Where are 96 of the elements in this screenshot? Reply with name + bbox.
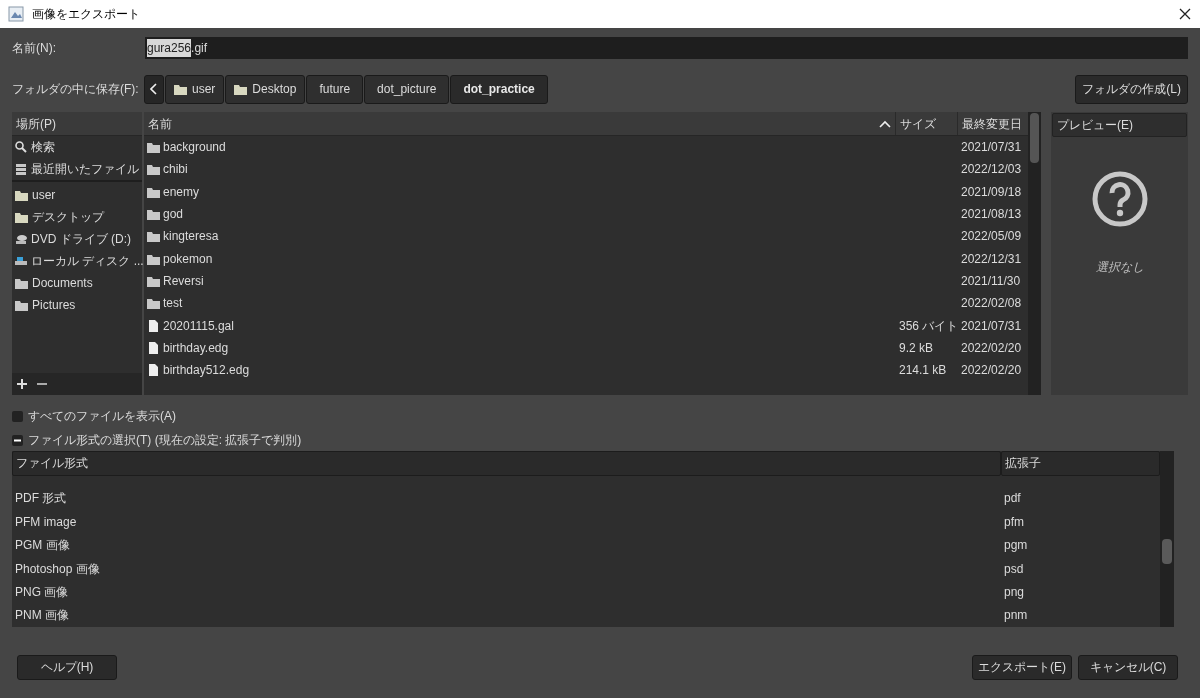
document-stack-icon [14,162,28,176]
path-button[interactable]: dot_practice [450,74,548,104]
path-button[interactable]: user [165,74,225,104]
file-icon [146,363,161,378]
file-name[interactable]: birthday.edg [163,338,229,357]
folder-icon [234,83,248,95]
folder-icon [174,83,187,95]
scrollbar[interactable] [1160,451,1174,627]
field-label: 名前(N): [12,40,57,57]
cancel-button[interactable]: キャンセル(C) [1078,654,1178,680]
folder-icon [146,140,161,155]
preview-header: プレビュー(E) [1052,113,1187,137]
window-title: 画像をエクスポート [32,6,141,23]
folder-icon [14,276,29,290]
file-date: 2022/05/09 [960,228,1023,246]
file-date: 2021/07/31 [960,139,1023,157]
extension: pfm [1003,513,1025,531]
preview-message: 選択なし [1095,259,1144,276]
back-button[interactable] [144,74,164,104]
drive-icon [14,232,28,246]
extension: pgm [1003,537,1029,555]
column-header[interactable]: 最終変更日 [958,112,1028,135]
checkbox-label: すべてのファイルを表示(A) [28,408,176,425]
file-date: 2022/12/03 [960,161,1023,179]
file-date: 2021/11/30 [960,272,1022,290]
chevron-left-icon [150,83,158,95]
extension: pdf [1003,490,1022,508]
file-date: 2021/07/31 [960,317,1023,335]
column-header: 場所(P) [12,112,142,136]
path-button[interactable]: Desktop [225,74,306,104]
search-icon [14,140,28,154]
scrollbar[interactable] [1028,112,1041,395]
folder-icon [14,188,29,202]
column-header[interactable]: サイズ [896,112,958,135]
file-name[interactable]: 20201115.gal [163,316,234,335]
format-name[interactable]: PFM image [12,512,1001,531]
add-icon [16,378,28,390]
path-button[interactable]: future [306,74,364,104]
collapse-icon[interactable] [12,434,23,446]
file-size: 214.1 kB [898,362,948,380]
column-header[interactable]: 名前 [148,114,172,133]
folder-icon [146,229,161,244]
file-date: 2022/02/20 [960,362,1023,380]
file-date: 2022/12/31 [960,250,1023,268]
file-size: 356 バイト [898,317,958,335]
help-button[interactable]: ヘルプ(H) [17,654,117,680]
format-name[interactable]: Photoshop 画像 [12,559,1001,578]
file-name[interactable]: Reversi [163,271,204,290]
place-item[interactable]: user [12,184,142,206]
place-item[interactable]: Pictures [12,294,142,316]
place-item[interactable]: 最近開いたファイル [12,158,142,180]
question-icon [1090,170,1149,228]
file-date: 2022/02/08 [960,295,1023,313]
file-name[interactable]: enemy [163,182,200,201]
folder-icon [14,298,29,312]
file-size: 9.2 kB [898,339,935,357]
create-folder-button[interactable]: フォルダの作成(L) [1075,74,1188,104]
file-name[interactable]: kingteresa [163,227,219,246]
place-item[interactable]: デスクトップ [12,206,142,228]
name-field[interactable]: gura256.gif [145,37,1188,59]
place-item[interactable]: DVD ドライブ (D:) [12,228,142,250]
file-date: 2022/02/20 [960,339,1023,357]
expander-label[interactable]: ファイル形式の選択(T) (現在の設定: 拡張子で判別) [28,431,302,449]
export-button[interactable]: エクスポート(E) [972,654,1072,680]
file-name[interactable]: pokemon [163,249,213,268]
file-icon [146,340,161,355]
file-name[interactable]: test [163,294,183,313]
folder-icon [14,210,29,224]
format-name[interactable]: PNM 画像 [12,606,1001,625]
file-name[interactable]: god [163,205,184,224]
extension: psd [1003,560,1025,578]
folder-icon [146,296,161,311]
file-icon [146,318,161,333]
file-name[interactable]: birthday512.edg [163,361,250,380]
field-label: フォルダの中に保存(F): [12,81,140,98]
file-date: 2021/08/13 [960,206,1023,224]
file-name[interactable]: chibi [163,160,188,179]
place-item[interactable]: 検索 [12,136,142,158]
column-header[interactable]: ファイル形式 [12,451,1001,476]
folder-icon [146,162,161,177]
format-name[interactable]: PNG 画像 [12,583,1001,601]
folder-icon [146,207,161,222]
format-name[interactable]: PDF 形式 [12,489,1001,508]
format-name[interactable]: PGM 画像 [12,536,1001,555]
extension: pnm [1003,607,1029,625]
column-header[interactable]: 拡張子 [1001,451,1160,476]
place-item[interactable]: Documents [12,272,142,294]
extension: png [1003,584,1026,601]
checkbox[interactable] [12,410,23,422]
disk-icon [14,254,28,268]
file-date: 2021/09/18 [960,183,1023,201]
close-icon[interactable] [1178,7,1192,21]
place-item[interactable]: ローカル ディスク ... [12,250,142,272]
file-name[interactable]: background [163,138,226,157]
app-icon [8,6,24,22]
path-button[interactable]: dot_picture [364,74,450,104]
